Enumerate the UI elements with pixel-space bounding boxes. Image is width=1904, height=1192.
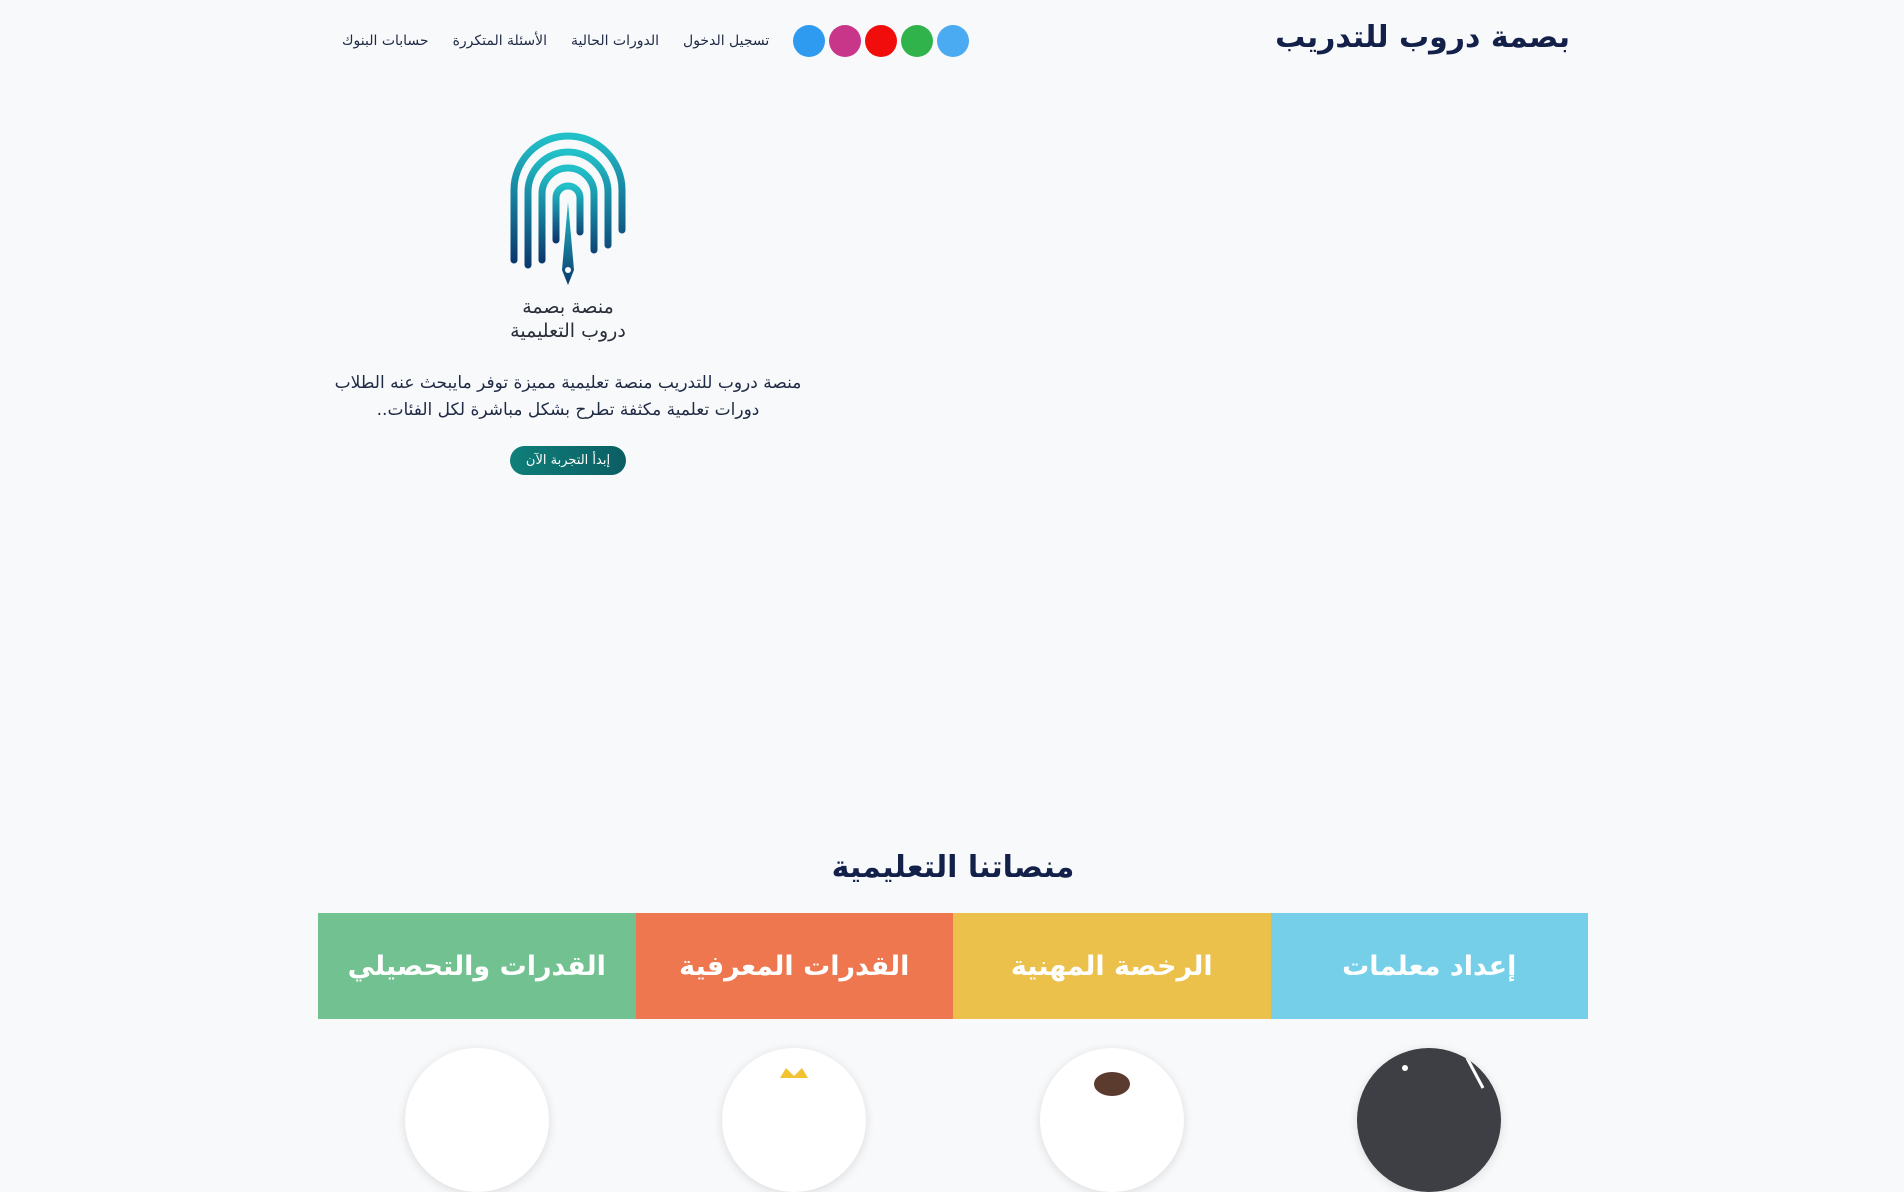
platform-teacher-preparation[interactable]: إعداد معلمات <box>1270 913 1588 1019</box>
youtube-icon[interactable] <box>865 25 898 57</box>
hero-description: منصة دروب للتدريب منصة تعليمية مميزة توف… <box>334 373 802 420</box>
platform-aptitude-achievement[interactable]: القدرات والتحصيلي <box>318 913 636 1019</box>
telegram-icon[interactable] <box>937 25 970 57</box>
platform-professional-license[interactable]: الرخصة المهنية <box>953 913 1271 1019</box>
platform-images-row <box>318 1048 1589 1192</box>
platform-logo: منصة بصمة دروب التعليمية <box>488 120 648 342</box>
main-nav: حسابات البنوك الأسئلة المتكررة الدورات ا… <box>318 24 970 58</box>
start-trial-button[interactable]: إبدأ التجربة الآن <box>509 446 627 475</box>
graduation-cap-icon <box>1402 1057 1485 1089</box>
platforms-row: القدرات والتحصيلي القدرات المعرفية الرخص… <box>318 913 1588 1019</box>
platform-image <box>1039 1048 1184 1192</box>
platform-image <box>404 1048 549 1192</box>
twitter-icon[interactable] <box>793 25 826 57</box>
logo-line-2: دروب التعليمية <box>510 320 626 342</box>
platform-image-slot <box>318 1048 636 1192</box>
whatsapp-icon[interactable] <box>901 25 934 57</box>
hero-section: منصة بصمة دروب التعليمية منصة دروب للتدر… <box>318 120 818 475</box>
platform-image <box>1357 1048 1502 1192</box>
crown-icon <box>780 1068 809 1078</box>
fingerprint-pen-icon <box>510 132 626 285</box>
nav-faq[interactable]: الأسئلة المتكررة <box>453 24 547 58</box>
nav-bank-accounts[interactable]: حسابات البنوك <box>342 24 429 58</box>
logo-line-1: منصة بصمة <box>522 296 614 318</box>
social-links <box>789 25 970 57</box>
nav-current-courses[interactable]: الدورات الحالية <box>571 24 659 58</box>
platform-image-slot <box>636 1048 954 1192</box>
page-container: بصمة دروب للتدريب حسابات البنوك الأسئلة … <box>318 0 1588 1192</box>
platform-image <box>722 1048 867 1192</box>
platform-image-slot <box>953 1048 1271 1192</box>
person-icon <box>1093 1072 1130 1096</box>
brand-title[interactable]: بصمة دروب للتدريب <box>1275 20 1570 55</box>
platform-image-slot <box>1271 1048 1589 1192</box>
header: بصمة دروب للتدريب حسابات البنوك الأسئلة … <box>318 0 1588 84</box>
platform-cognitive-abilities[interactable]: القدرات المعرفية <box>635 913 953 1019</box>
instagram-icon[interactable] <box>829 25 862 57</box>
platforms-title: منصاتنا التعليمية <box>831 850 1075 885</box>
nav-login[interactable]: تسجيل الدخول <box>683 24 769 58</box>
